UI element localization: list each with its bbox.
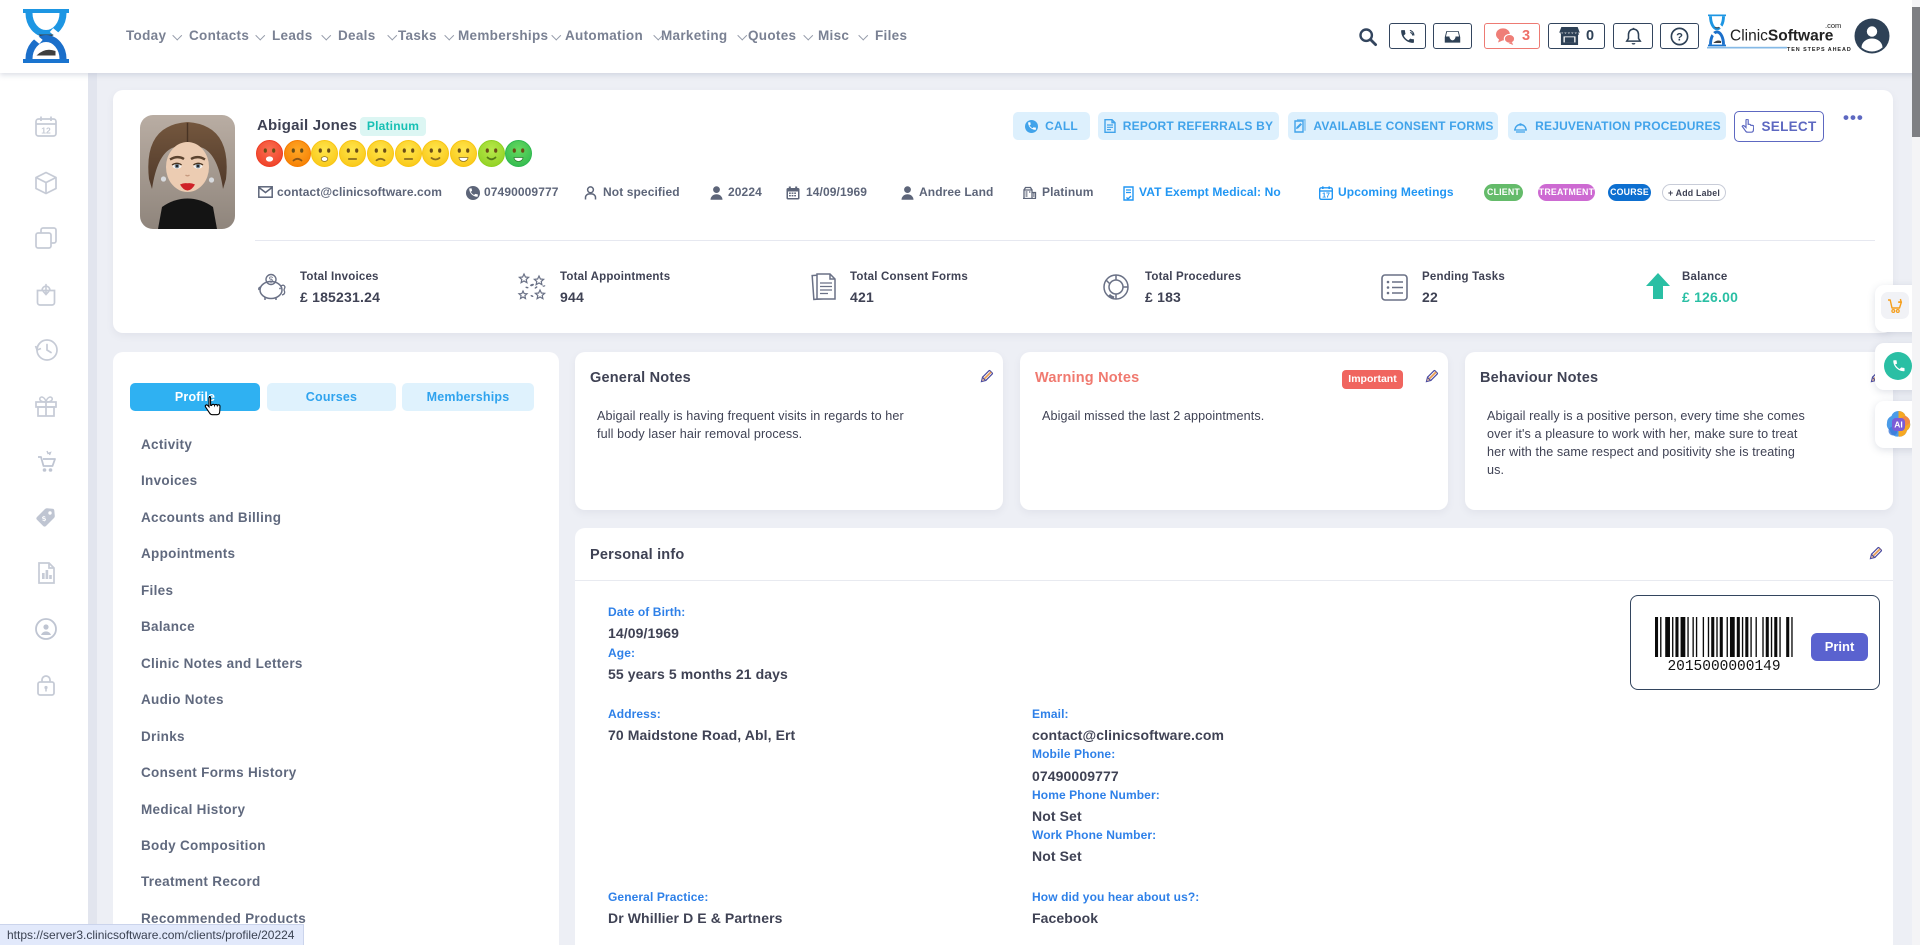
svg-text:TEN STEPS AHEAD: TEN STEPS AHEAD — [1787, 47, 1852, 53]
svg-text:ClinicSoftware: ClinicSoftware — [1730, 28, 1834, 45]
svg-text:12: 12 — [41, 126, 51, 136]
svg-text:$: $ — [269, 276, 274, 285]
svg-text:?: ? — [1676, 31, 1683, 43]
svg-text:17: 17 — [1322, 193, 1330, 200]
svg-text:AI: AI — [1894, 419, 1903, 429]
svg-text:.com: .com — [1825, 21, 1841, 30]
